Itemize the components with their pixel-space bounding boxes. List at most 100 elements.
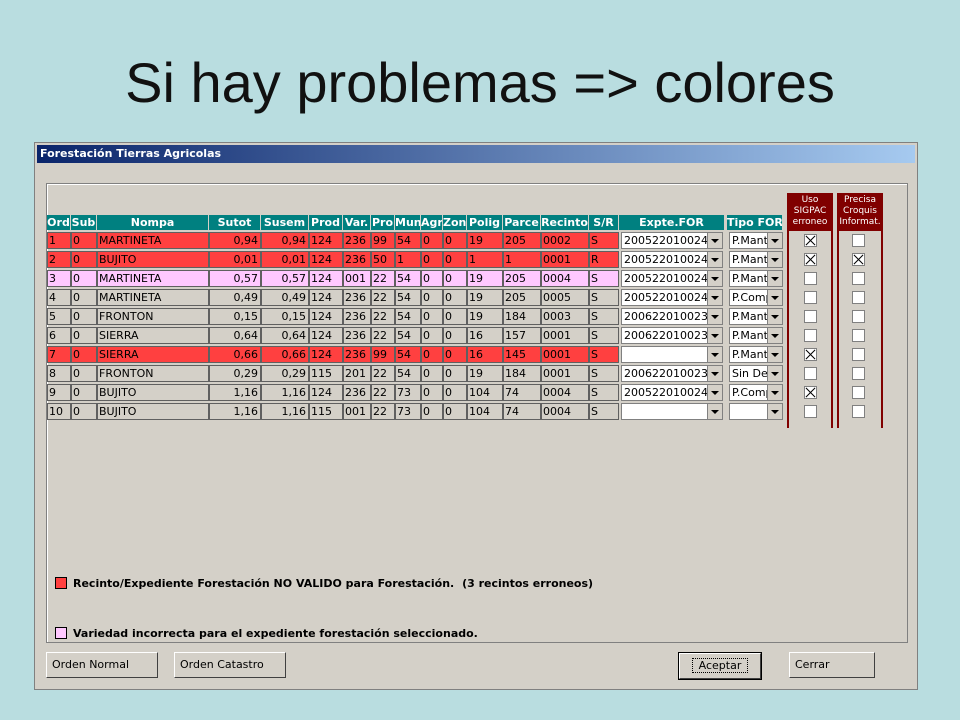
precisa-croquis-checkbox[interactable] bbox=[852, 386, 865, 399]
table-cell[interactable]: 9 bbox=[47, 384, 71, 401]
table-row[interactable]: 9 0 BUJITO 1,16 1,16 124 236 22 73 0 0 104 74 0004 S 20… bbox=[47, 384, 787, 402]
table-cell[interactable]: 124 bbox=[309, 384, 343, 401]
precisa-croquis-checkbox[interactable] bbox=[852, 329, 865, 342]
table-cell[interactable]: 22 bbox=[371, 327, 395, 344]
table-cell[interactable]: 0,49 bbox=[209, 289, 261, 306]
table-cell[interactable]: S bbox=[589, 384, 619, 401]
uso-sigpac-checkbox[interactable] bbox=[804, 234, 817, 247]
column-header[interactable]: Ord bbox=[47, 215, 70, 230]
precisa-croquis-checkbox[interactable] bbox=[852, 348, 865, 361]
table-cell[interactable]: 184 bbox=[503, 308, 541, 325]
column-header[interactable]: S/R bbox=[589, 215, 618, 230]
precisa-croquis-checkbox[interactable] bbox=[852, 253, 865, 266]
table-cell[interactable]: 115 bbox=[309, 365, 343, 382]
dropdown-arrow-icon[interactable] bbox=[707, 290, 722, 305]
table-cell[interactable]: 54 bbox=[395, 270, 421, 287]
dropdown-arrow-icon[interactable] bbox=[707, 385, 722, 400]
table-cell[interactable]: 115 bbox=[309, 403, 343, 420]
table-cell[interactable]: S bbox=[589, 289, 619, 306]
table-cell[interactable]: 0,66 bbox=[261, 346, 309, 363]
expte-for-select[interactable]: 200522010024 bbox=[621, 270, 723, 287]
table-cell[interactable]: 0,64 bbox=[209, 327, 261, 344]
column-header[interactable]: Polig bbox=[467, 215, 502, 230]
table-cell[interactable]: 124 bbox=[309, 346, 343, 363]
table-cell[interactable]: 54 bbox=[395, 365, 421, 382]
table-cell[interactable]: 236 bbox=[343, 251, 371, 268]
table-cell[interactable]: 22 bbox=[371, 270, 395, 287]
dropdown-arrow-icon[interactable] bbox=[767, 252, 782, 267]
table-cell[interactable]: 5 bbox=[47, 308, 71, 325]
table-cell[interactable]: 0,01 bbox=[209, 251, 261, 268]
tipo-for-select[interactable]: Sin De bbox=[729, 365, 783, 382]
precisa-croquis-checkbox[interactable] bbox=[852, 272, 865, 285]
table-cell[interactable]: 0,94 bbox=[261, 232, 309, 249]
tipo-for-select[interactable]: P.Mant bbox=[729, 270, 783, 287]
table-cell[interactable]: 124 bbox=[309, 270, 343, 287]
table-cell[interactable]: 0 bbox=[71, 384, 97, 401]
uso-sigpac-checkbox[interactable] bbox=[804, 253, 817, 266]
table-cell[interactable]: 0,29 bbox=[261, 365, 309, 382]
table-cell[interactable]: 99 bbox=[371, 346, 395, 363]
table-cell[interactable]: 0,29 bbox=[209, 365, 261, 382]
column-header[interactable]: Recinto bbox=[541, 215, 588, 230]
tipo-for-select[interactable]: P.Mant bbox=[729, 327, 783, 344]
table-cell[interactable]: 54 bbox=[395, 232, 421, 249]
table-cell[interactable]: 0,94 bbox=[209, 232, 261, 249]
table-cell[interactable]: S bbox=[589, 327, 619, 344]
table-cell[interactable]: 3 bbox=[47, 270, 71, 287]
cerrar-button[interactable]: Cerrar bbox=[789, 652, 875, 678]
table-cell[interactable]: 73 bbox=[395, 403, 421, 420]
dropdown-arrow-icon[interactable] bbox=[707, 347, 722, 362]
table-cell[interactable]: 0003 bbox=[541, 308, 589, 325]
table-cell[interactable]: S bbox=[589, 346, 619, 363]
table-cell[interactable]: 0,49 bbox=[261, 289, 309, 306]
table-cell[interactable]: 54 bbox=[395, 308, 421, 325]
table-cell[interactable]: 22 bbox=[371, 403, 395, 420]
table-cell[interactable]: S bbox=[589, 232, 619, 249]
table-cell[interactable]: 19 bbox=[467, 365, 503, 382]
table-cell[interactable]: 001 bbox=[343, 403, 371, 420]
table-cell[interactable]: 73 bbox=[395, 384, 421, 401]
table-cell[interactable]: 236 bbox=[343, 384, 371, 401]
orden-normal-button[interactable]: Orden Normal bbox=[46, 652, 158, 678]
table-cell[interactable]: 0,01 bbox=[261, 251, 309, 268]
table-cell[interactable]: 1,16 bbox=[261, 403, 309, 420]
column-header[interactable]: Parce bbox=[503, 215, 540, 230]
expte-for-select[interactable]: 200622010023 bbox=[621, 308, 723, 325]
table-cell[interactable]: 0004 bbox=[541, 270, 589, 287]
table-cell[interactable]: 124 bbox=[309, 327, 343, 344]
expte-for-select[interactable]: 200522010024 bbox=[621, 289, 723, 306]
table-cell[interactable]: 54 bbox=[395, 289, 421, 306]
table-cell[interactable]: 0 bbox=[421, 289, 443, 306]
table-cell[interactable]: 0 bbox=[443, 289, 467, 306]
dropdown-arrow-icon[interactable] bbox=[707, 328, 722, 343]
table-cell[interactable]: 16 bbox=[467, 327, 503, 344]
table-cell[interactable]: 0001 bbox=[541, 327, 589, 344]
table-row[interactable]: 4 0 MARTINETA 0,49 0,49 124 236 22 54 0 0 19 205 0005… bbox=[47, 289, 787, 307]
table-cell[interactable]: 19 bbox=[467, 289, 503, 306]
expte-for-select[interactable]: 200622010023 bbox=[621, 365, 723, 382]
uso-sigpac-checkbox[interactable] bbox=[804, 405, 817, 418]
orden-catastro-button[interactable]: Orden Catastro bbox=[174, 652, 286, 678]
precisa-croquis-checkbox[interactable] bbox=[852, 405, 865, 418]
table-cell[interactable]: MARTINETA bbox=[97, 270, 209, 287]
table-cell[interactable]: 0004 bbox=[541, 384, 589, 401]
table-cell[interactable]: 205 bbox=[503, 270, 541, 287]
table-row[interactable]: 10 0 BUJITO 1,16 1,16 115 001 22 73 0 0 104 74 0004 S bbox=[47, 403, 787, 421]
table-cell[interactable]: 19 bbox=[467, 308, 503, 325]
column-header[interactable]: Zon bbox=[443, 215, 466, 230]
table-cell[interactable]: 0,66 bbox=[209, 346, 261, 363]
dropdown-arrow-icon[interactable] bbox=[767, 328, 782, 343]
table-cell[interactable]: 54 bbox=[395, 327, 421, 344]
dropdown-arrow-icon[interactable] bbox=[767, 366, 782, 381]
uso-sigpac-checkbox[interactable] bbox=[804, 386, 817, 399]
table-cell[interactable]: 22 bbox=[371, 289, 395, 306]
dropdown-arrow-icon[interactable] bbox=[767, 309, 782, 324]
table-cell[interactable]: 0 bbox=[71, 346, 97, 363]
uso-sigpac-checkbox[interactable] bbox=[804, 272, 817, 285]
table-row[interactable]: 3 0 MARTINETA 0,57 0,57 124 001 22 54 0 0 19 205 0004… bbox=[47, 270, 787, 288]
table-cell[interactable]: 0,15 bbox=[261, 308, 309, 325]
table-cell[interactable]: SIERRA bbox=[97, 327, 209, 344]
table-cell[interactable]: 0 bbox=[421, 346, 443, 363]
tipo-for-select[interactable]: P.Mant bbox=[729, 308, 783, 325]
